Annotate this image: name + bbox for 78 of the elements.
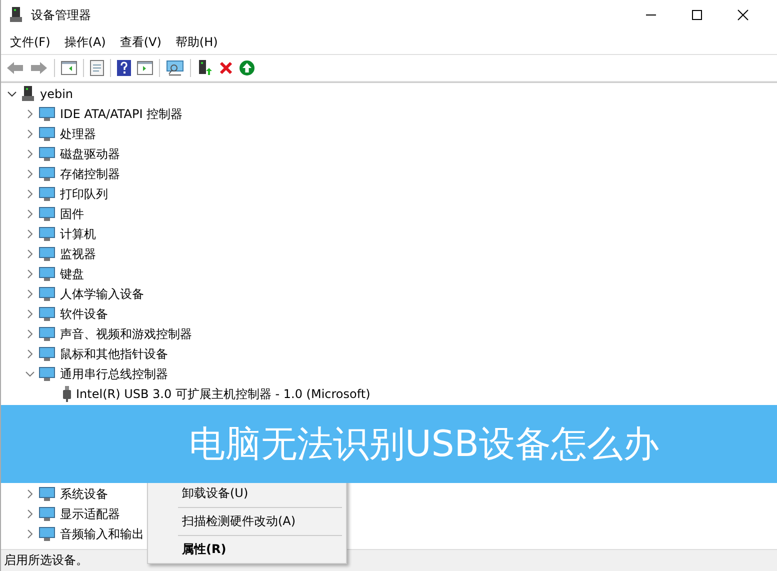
tree-item[interactable]: 监视器 xyxy=(60,246,96,262)
device-icon xyxy=(39,107,55,121)
collapsed-chevron-icon[interactable] xyxy=(25,309,35,319)
banner-title: 电脑无法识别USB设备怎么办 xyxy=(189,422,659,466)
tree-item[interactable]: 键盘 xyxy=(60,266,84,282)
tree-item[interactable]: IDE ATA/ATAPI 控制器 xyxy=(60,106,183,122)
device-icon xyxy=(39,367,55,381)
monitor-search-icon[interactable] xyxy=(166,60,184,76)
device-icon xyxy=(39,527,55,541)
tree-item[interactable]: 磁盘驱动器 xyxy=(60,146,120,162)
delete-x-icon[interactable] xyxy=(219,61,233,75)
device-icon xyxy=(39,187,55,201)
panel-icon[interactable] xyxy=(61,61,77,75)
menu-item[interactable]: 帮助(H) xyxy=(175,34,218,50)
collapsed-chevron-icon[interactable] xyxy=(25,189,35,199)
collapsed-chevron-icon[interactable] xyxy=(25,249,35,259)
collapsed-chevron-icon[interactable] xyxy=(25,269,35,279)
forward-arrow-icon[interactable] xyxy=(30,61,48,75)
menu-item[interactable]: 查看(V) xyxy=(120,34,162,50)
tree-item[interactable]: 计算机 xyxy=(60,226,96,242)
tree-item[interactable]: 音频输入和输出 xyxy=(60,526,144,542)
collapsed-chevron-icon[interactable] xyxy=(25,169,35,179)
tree-item[interactable]: 固件 xyxy=(60,206,84,222)
device-icon xyxy=(39,147,55,161)
device-icon xyxy=(39,127,55,141)
collapsed-chevron-icon[interactable] xyxy=(25,289,35,299)
context-menu-item[interactable]: 卸载设备(U) xyxy=(150,482,344,505)
collapsed-chevron-icon[interactable] xyxy=(25,149,35,159)
up-arrow-circle-icon[interactable] xyxy=(239,60,255,76)
menu-item[interactable]: 文件(F) xyxy=(10,34,50,50)
menu-item[interactable]: 操作(A) xyxy=(64,34,106,50)
tree-item[interactable]: 打印队列 xyxy=(60,186,108,202)
tree-item[interactable]: 软件设备 xyxy=(60,306,108,322)
context-menu-item[interactable]: 扫描检测硬件改动(A) xyxy=(150,510,344,533)
help-icon[interactable] xyxy=(117,60,131,76)
maximize-icon[interactable] xyxy=(691,9,703,21)
collapsed-chevron-icon[interactable] xyxy=(25,349,35,359)
device-icon xyxy=(39,247,55,261)
device-icon xyxy=(39,227,55,241)
device-icon xyxy=(39,307,55,321)
tree-item[interactable]: 存储控制器 xyxy=(60,166,120,182)
collapsed-chevron-icon[interactable] xyxy=(25,509,35,519)
device-icon xyxy=(39,267,55,281)
usb-plug-icon xyxy=(63,386,71,402)
device-icon xyxy=(39,327,55,341)
tree-item[interactable]: Intel(R) USB 3.0 可扩展主机控制器 - 1.0 (Microsoft) xyxy=(76,386,370,402)
status-text: 启用所选设备。 xyxy=(4,552,88,569)
tree-item[interactable]: 显示适配器 xyxy=(60,506,120,522)
computer-icon xyxy=(21,86,35,102)
tree-item[interactable]: 人体学输入设备 xyxy=(60,286,144,302)
collapsed-chevron-icon[interactable] xyxy=(25,489,35,499)
back-arrow-icon[interactable] xyxy=(6,61,24,75)
device-icon xyxy=(39,287,55,301)
panel-icon[interactable] xyxy=(137,61,153,75)
tree-item[interactable]: 声音、视频和游戏控制器 xyxy=(60,326,192,342)
device-manager-icon xyxy=(9,7,23,23)
collapsed-chevron-icon[interactable] xyxy=(25,229,35,239)
collapsed-chevron-icon[interactable] xyxy=(25,529,35,539)
device-icon xyxy=(39,167,55,181)
update-driver-icon[interactable] xyxy=(197,60,213,76)
device-icon xyxy=(39,507,55,521)
collapsed-chevron-icon[interactable] xyxy=(25,209,35,219)
tree-item[interactable]: 处理器 xyxy=(60,126,96,142)
device-icon xyxy=(39,347,55,361)
device-icon xyxy=(39,207,55,221)
collapsed-chevron-icon[interactable] xyxy=(25,109,35,119)
collapsed-chevron-icon[interactable] xyxy=(25,129,35,139)
tree-item[interactable]: 鼠标和其他指针设备 xyxy=(60,346,168,362)
tree-item[interactable]: yebin xyxy=(40,87,74,101)
context-menu-item[interactable]: 属性(R) xyxy=(150,538,344,561)
collapsed-chevron-icon[interactable] xyxy=(25,329,35,339)
tree-item[interactable]: 通用串行总线控制器 xyxy=(60,366,168,382)
window-title: 设备管理器 xyxy=(31,6,91,24)
properties-icon[interactable] xyxy=(90,60,104,76)
device-icon xyxy=(39,487,55,501)
close-icon[interactable] xyxy=(737,9,749,21)
tree-item[interactable]: 系统设备 xyxy=(60,486,108,502)
expanded-chevron-icon[interactable] xyxy=(7,89,17,99)
